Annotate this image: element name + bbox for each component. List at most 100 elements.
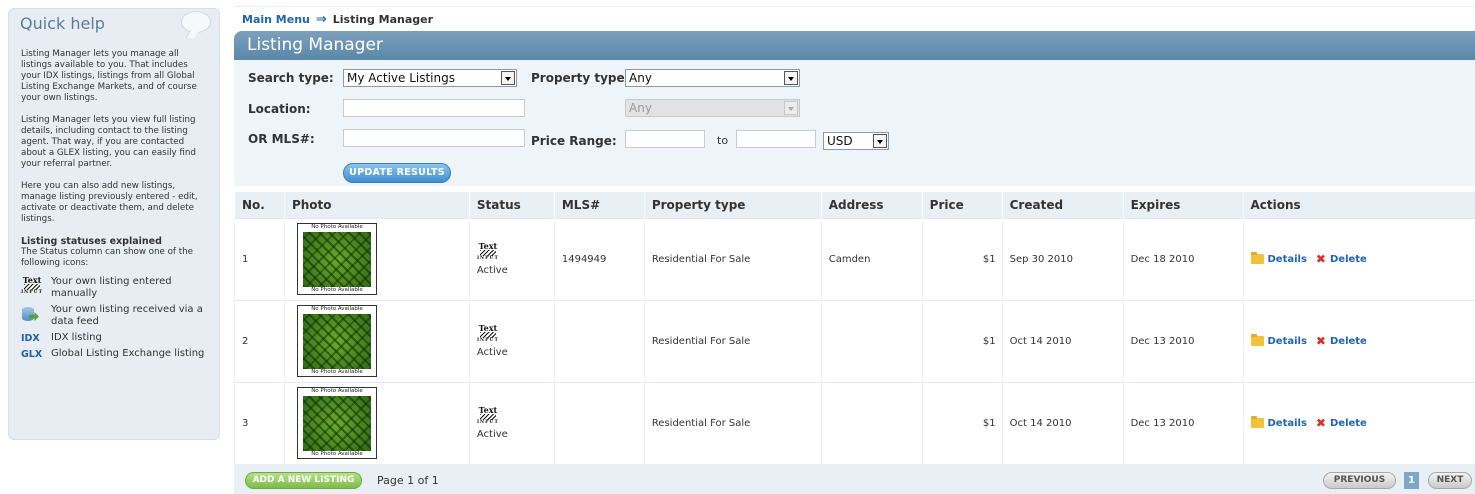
column-header: MLS# (553, 192, 645, 218)
status-label: Active (476, 264, 508, 276)
breadcrumb-current: Listing Manager (332, 13, 434, 26)
delete-link[interactable]: Delete (1330, 254, 1367, 265)
breadcrumb-main-menu-link[interactable]: Main Menu (242, 13, 310, 26)
status-cell: Text INPUT Active (468, 381, 555, 464)
created-cell: Sep 30 2010 (1001, 217, 1124, 300)
table-header-row: No. Photo Status MLS# Property type Addr… (234, 192, 1475, 218)
column-header: Property type (643, 192, 822, 218)
delete-link[interactable]: Delete (1330, 336, 1367, 347)
details-link[interactable]: Details (1268, 254, 1307, 265)
column-header: Photo (283, 192, 470, 218)
price-cell: $1 (921, 381, 1003, 464)
search-type-select[interactable]: My Active Listings (343, 69, 517, 87)
column-header: No. (234, 192, 285, 218)
quick-help-body: Listing Manager lets you manage all list… (9, 39, 219, 360)
location-input[interactable] (343, 99, 525, 117)
add-new-listing-button[interactable]: ADD A NEW LISTING (245, 472, 362, 489)
column-header: Created (1001, 192, 1124, 218)
currency-select[interactable]: USD (823, 132, 889, 150)
table-row: 1 No Photo Available No Photo Available T… (234, 217, 1475, 300)
status-legend: Text INPUT Your own listing entered manua… (21, 276, 206, 360)
idx-code: IDX (21, 333, 40, 344)
details-link[interactable]: Details (1268, 336, 1307, 347)
row-number: 1 (234, 217, 285, 300)
speech-bubble-icon (181, 11, 211, 33)
statuses-title: Listing statuses explained (21, 236, 162, 247)
text-input-icon: Text INPUT (476, 322, 499, 343)
glx-code: GLX (21, 349, 43, 360)
delete-x-icon: ✖ (1315, 334, 1326, 348)
mls-input[interactable] (343, 129, 525, 147)
table-row: 3 No Photo Available No Photo Available T… (234, 381, 1475, 464)
delete-x-icon: ✖ (1315, 252, 1326, 266)
page-info: Page 1 of 1 (377, 474, 439, 487)
quick-help-header: Quick help (9, 9, 219, 39)
price-cell: $1 (921, 217, 1003, 300)
column-header: Price (921, 192, 1003, 218)
price-to-input[interactable] (736, 130, 816, 148)
listing-photo[interactable]: No Photo Available No Photo Available (296, 387, 377, 460)
folder-icon (1250, 416, 1264, 429)
table-footer: ADD A NEW LISTING Page 1 of 1 PREVIOUS 1… (234, 464, 1475, 494)
mls-cell (553, 299, 645, 382)
dropdown-arrow-icon (784, 71, 798, 85)
address-cell: Camden (820, 217, 923, 300)
price-cell: $1 (921, 299, 1003, 382)
search-type-label: Search type: (248, 71, 334, 85)
location-label: Location: (248, 102, 311, 116)
quick-help-paragraph: Listing Manager lets you manage all list… (21, 49, 197, 103)
address-cell (820, 299, 923, 382)
current-page-number[interactable]: 1 (1404, 472, 1419, 489)
status-cell: Text INPUT Active (468, 299, 555, 382)
created-cell: Oct 14 2010 (1001, 299, 1124, 382)
listing-photo[interactable]: No Photo Available No Photo Available (296, 223, 377, 295)
row-number: 3 (234, 381, 285, 464)
next-page-button[interactable]: NEXT (1428, 472, 1472, 489)
maze-image (302, 232, 371, 287)
legend-row-manual: Text INPUT Your own listing entered manua… (21, 276, 206, 300)
top-divider (234, 6, 1475, 7)
photo-cell: No Photo Available No Photo Available (283, 381, 470, 464)
update-results-button[interactable]: UPDATE RESULTS (343, 163, 451, 183)
price-from-input[interactable] (625, 130, 705, 148)
quick-help-paragraph: Here you can also add new listings, mana… (21, 181, 198, 224)
property-type-cell: Residential For Sale (643, 381, 822, 464)
actions-cell: Details ✖ Delete (1242, 381, 1475, 464)
legend-text: IDX listing (51, 332, 102, 343)
legend-row-glx: GLX Global Listing Exchange listing (21, 348, 206, 360)
photo-cell: No Photo Available No Photo Available (283, 299, 470, 382)
dropdown-arrow-icon (873, 134, 887, 148)
property-type-select[interactable]: Any (625, 69, 800, 87)
expires-cell: Dec 18 2010 (1122, 217, 1243, 300)
data-feed-icon (21, 305, 39, 323)
photo-cell: No Photo Available No Photo Available (283, 217, 470, 300)
mls-cell: 1494949 (553, 217, 645, 300)
legend-text: Your own listing received via a data fee… (51, 304, 203, 327)
dropdown-arrow-icon (784, 101, 798, 115)
created-cell: Oct 14 2010 (1001, 381, 1124, 464)
column-header: Status (468, 192, 555, 218)
row-number: 2 (234, 299, 285, 382)
table-row: 2 No Photo Available No Photo Available T… (234, 299, 1475, 382)
property-type-cell: Residential For Sale (643, 217, 822, 300)
folder-icon (1250, 334, 1264, 346)
text-input-icon: Text INPUT (476, 240, 499, 261)
actions-cell: Details ✖ Delete (1242, 217, 1475, 300)
listing-manager-panel: Listing Manager Search type: My Active L… (234, 31, 1475, 494)
price-range-label: Price Range: (531, 134, 617, 148)
column-header: Address (820, 192, 923, 218)
quick-help-paragraph: Listing Manager lets you view full listi… (21, 115, 196, 169)
delete-link[interactable]: Delete (1330, 418, 1367, 429)
mls-label: OR MLS#: (248, 132, 315, 146)
price-to-label: to (717, 134, 729, 147)
delete-x-icon: ✖ (1315, 416, 1326, 431)
previous-page-button[interactable]: PREVIOUS (1323, 472, 1396, 489)
listing-photo[interactable]: No Photo Available No Photo Available (296, 305, 377, 377)
property-type-cell: Residential For Sale (643, 299, 822, 382)
status-cell: Text INPUT Active (468, 217, 555, 300)
location-sub-select: Any (625, 99, 800, 117)
listings-table: No. Photo Status MLS# Property type Addr… (234, 192, 1475, 464)
legend-text: Global Listing Exchange listing (51, 348, 205, 359)
statuses-intro: The Status column can show one of the fo… (21, 247, 194, 268)
details-link[interactable]: Details (1268, 418, 1307, 429)
